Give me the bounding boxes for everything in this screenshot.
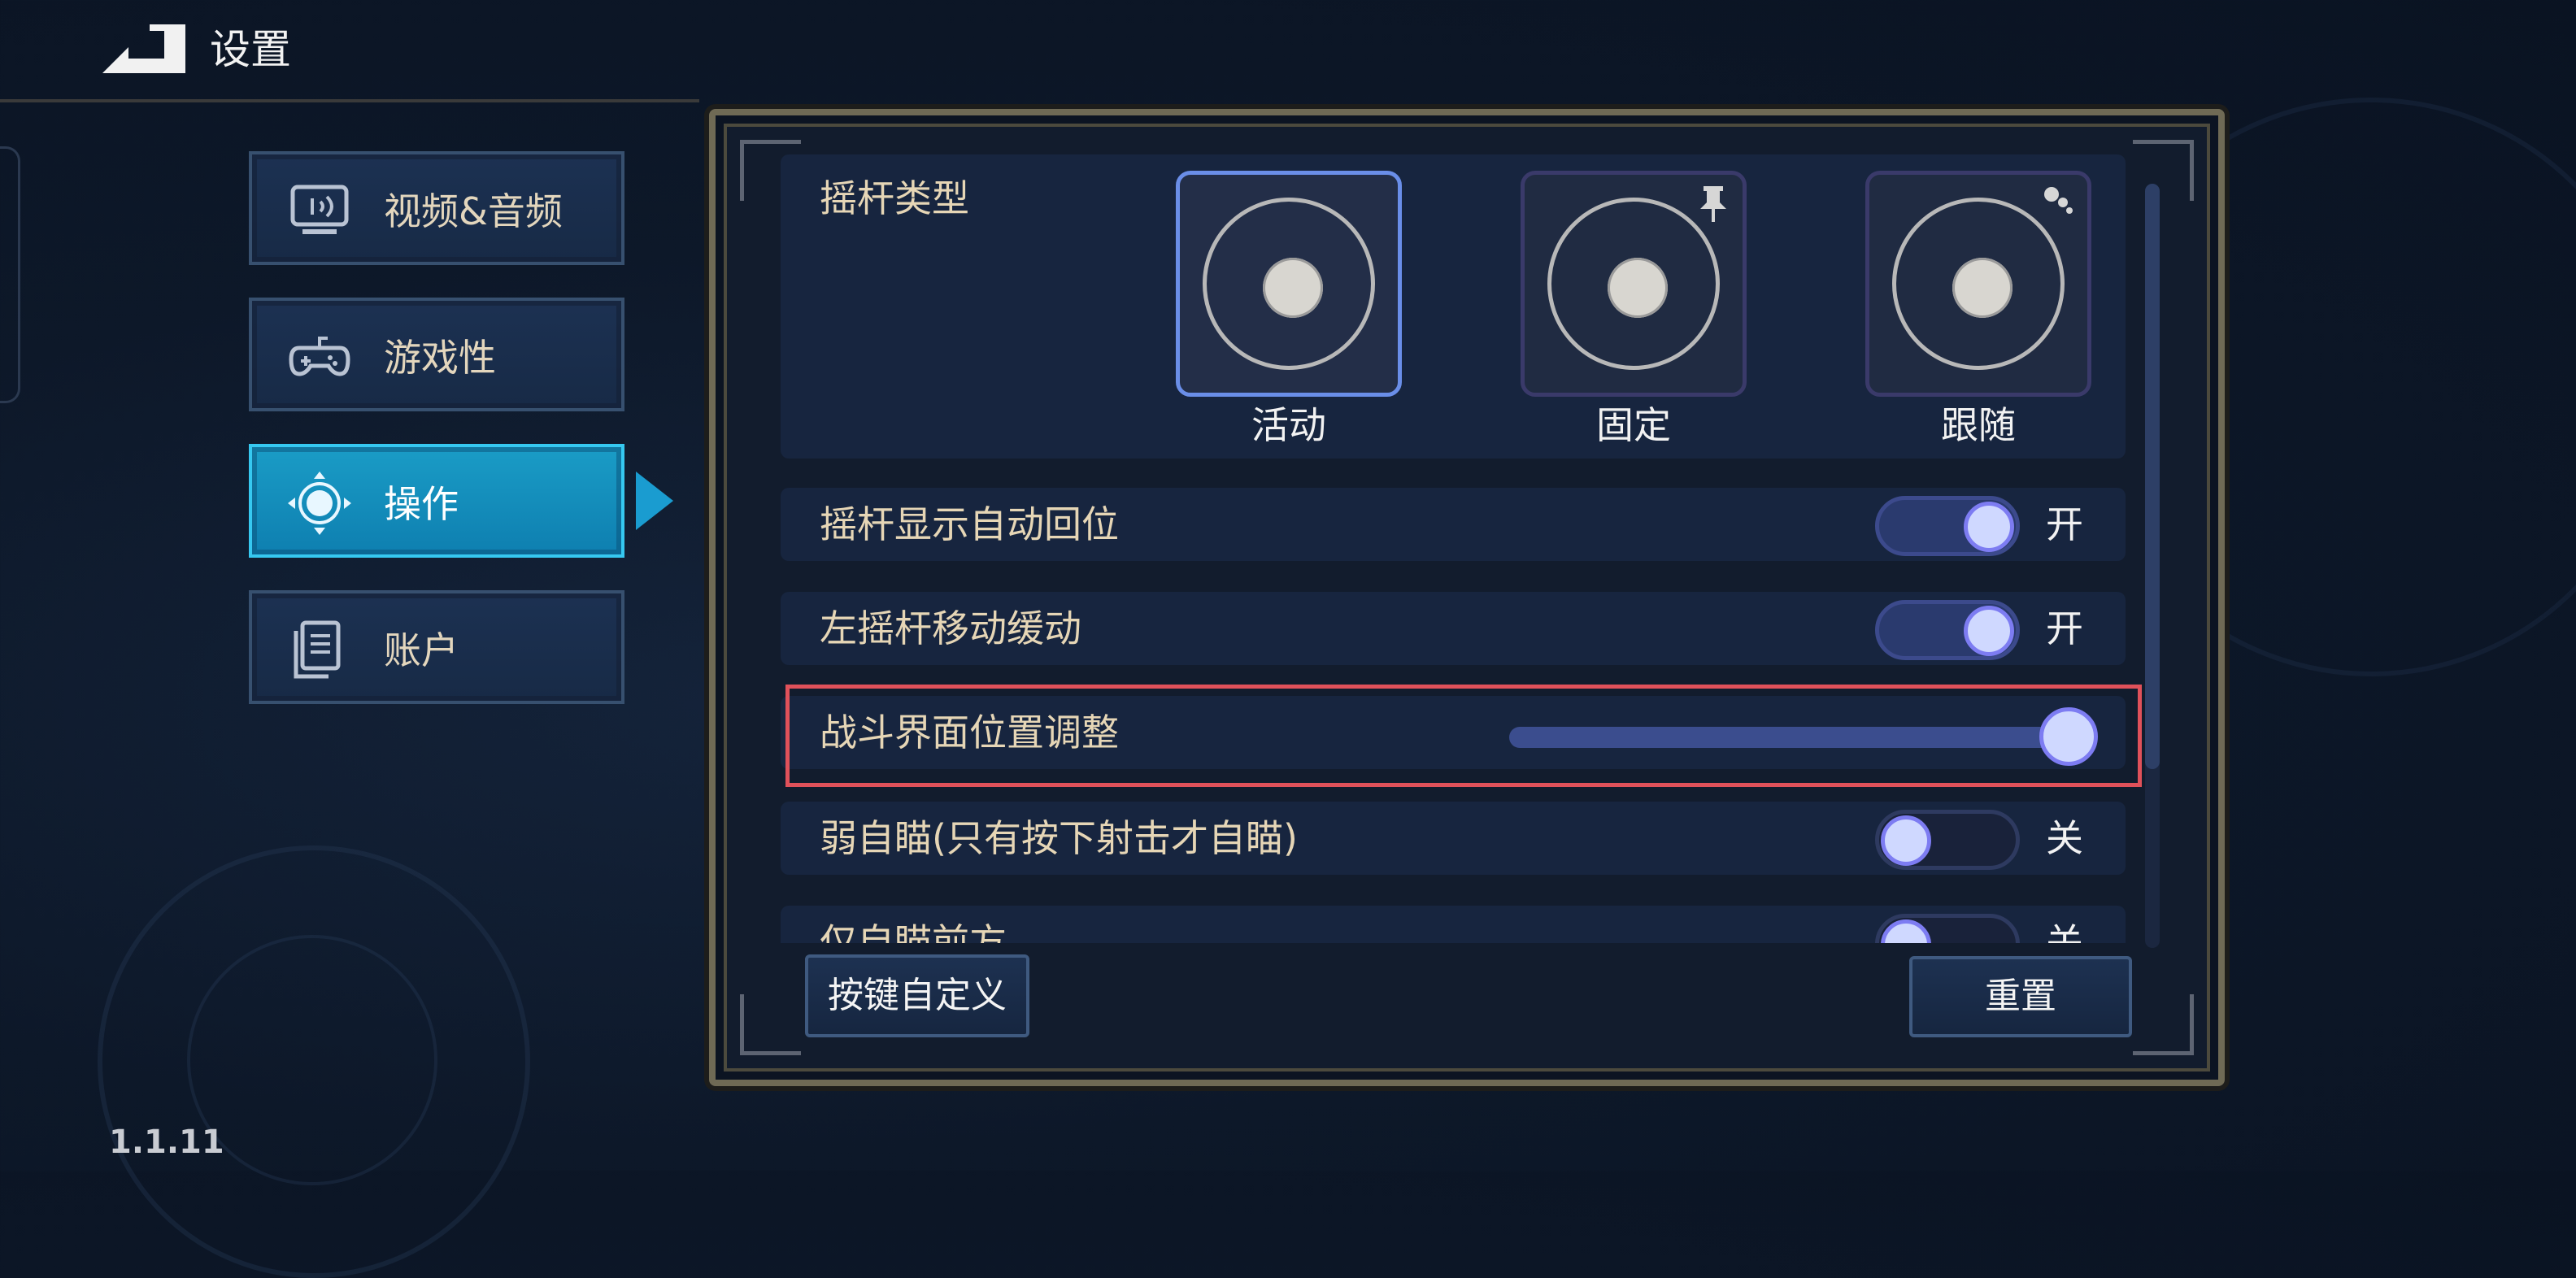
background-ring	[187, 935, 437, 1185]
sidebar-item-video-audio[interactable]: 视频&音频	[249, 151, 624, 265]
joystick-option-active[interactable]	[1176, 171, 1402, 397]
setting-label: 仅自瞄前方	[820, 920, 1007, 943]
panel-corner-ornament	[740, 994, 801, 1055]
sidebar-item-label: 操作	[384, 482, 459, 526]
toggle-switch[interactable]	[1875, 600, 2020, 660]
joystick-knob-icon	[1608, 258, 1668, 318]
active-indicator-arrow	[636, 472, 673, 530]
joystick-type-section: 摇杆类型 活动 固定 跟随	[781, 154, 2126, 459]
sidebar-item-label: 账户	[384, 628, 459, 672]
gamepad-icon	[289, 337, 350, 376]
setting-row-left-stick-easing: 左摇杆移动缓动 开	[781, 592, 2126, 665]
dots-icon	[2044, 187, 2073, 214]
setting-row-weak-aim-assist: 弱自瞄(只有按下射击才自瞄) 关	[781, 802, 2126, 875]
joystick-option-label: 活动	[1251, 403, 1326, 447]
sidebar-item-account[interactable]: 账户	[249, 590, 624, 704]
toggle-state-label: 关	[2046, 816, 2083, 860]
settings-scrollbar[interactable]	[2145, 184, 2160, 948]
toggle-state-label: 开	[2046, 502, 2083, 546]
back-arrow-icon[interactable]	[101, 23, 189, 76]
sidebar-item-controls[interactable]: 操作	[249, 444, 624, 558]
panel-corner-ornament	[2133, 994, 2194, 1055]
settings-list[interactable]: 摇杆类型 活动 固定 跟随 摇杆显示自动回位 开 左摇杆移动缓动 开 战斗界面位…	[781, 154, 2126, 943]
joystick-knob-icon	[1952, 258, 2012, 318]
monitor-sound-icon	[290, 185, 349, 234]
setting-row-aim-front-only: 仅自瞄前方 关	[781, 906, 2126, 943]
page-title: 设置	[210, 26, 291, 73]
joystick-option-label: 固定	[1596, 403, 1671, 447]
side-drawer-edge	[0, 146, 20, 403]
joystick-type-label: 摇杆类型	[820, 176, 969, 220]
sidebar-item-label: 游戏性	[384, 336, 496, 380]
setting-label: 弱自瞄(只有按下射击才自瞄)	[820, 816, 1298, 860]
joystick-option-follow[interactable]	[1865, 171, 2091, 397]
setting-label: 左摇杆移动缓动	[820, 606, 1081, 650]
toggle-switch[interactable]	[1875, 914, 2020, 943]
toggle-thumb	[1881, 919, 1931, 943]
document-icon	[294, 620, 341, 679]
toggle-state-label: 开	[2046, 606, 2083, 650]
toggle-switch[interactable]	[1875, 810, 2020, 870]
toggle-thumb	[1964, 606, 2014, 656]
highlight-box	[785, 685, 2142, 787]
version-label: 1.1.11	[109, 1124, 224, 1161]
toggle-state-label: 关	[2046, 920, 2083, 943]
pin-icon	[1700, 186, 1726, 222]
joystick-option-label: 跟随	[1941, 403, 2016, 447]
scrollbar-thumb[interactable]	[2145, 184, 2160, 769]
toggle-thumb	[1964, 502, 2014, 552]
header: 设置	[0, 0, 699, 102]
toggle-thumb	[1881, 815, 1931, 866]
setting-label: 摇杆显示自动回位	[820, 502, 1119, 546]
joystick-option-fixed[interactable]	[1521, 171, 1747, 397]
setting-row-joystick-auto-reset: 摇杆显示自动回位 开	[781, 488, 2126, 561]
reset-button[interactable]: 重置	[1909, 956, 2132, 1037]
sidebar-item-label: 视频&音频	[384, 189, 563, 233]
custom-keys-button[interactable]: 按键自定义	[805, 954, 1029, 1037]
toggle-switch[interactable]	[1875, 496, 2020, 556]
sidebar-item-gameplay[interactable]: 游戏性	[249, 298, 624, 411]
dpad-icon	[288, 472, 351, 535]
joystick-knob-icon	[1263, 258, 1323, 318]
panel-corner-ornament	[2133, 140, 2194, 201]
